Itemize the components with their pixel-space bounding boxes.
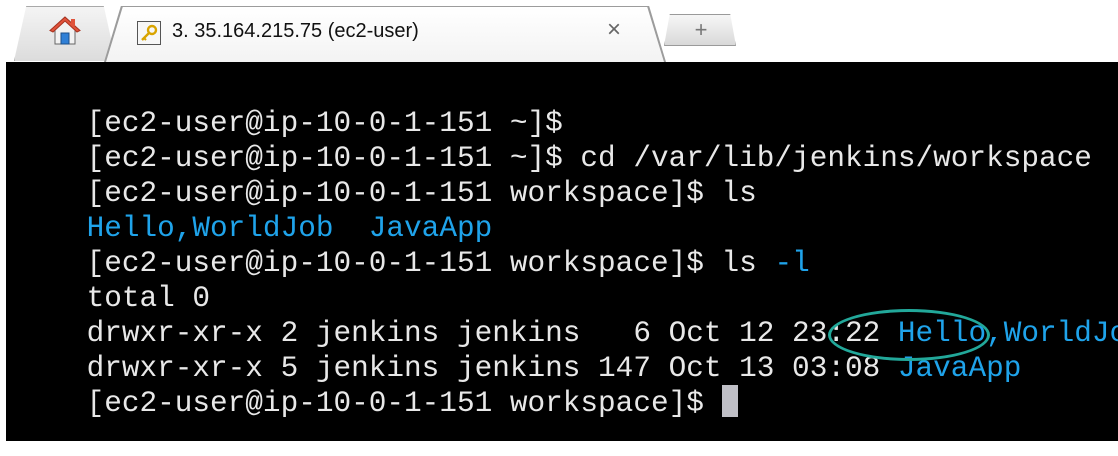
command-text: ls [721,247,775,280]
session-tab-title: 3. 35.164.215.75 (ec2-user) [172,20,419,42]
terminal-line: drwxr-xr-x 2 jenkins jenkins 6 Oct 12 23… [16,281,1118,350]
tab-bar: 3. 35.164.215.75 (ec2-user) × + [0,0,1118,62]
text-cursor [721,385,738,418]
shell-prompt: [ec2-user@ip-10-0-1-151 workspace]$ [86,387,722,420]
close-icon[interactable]: × [603,18,625,42]
plus-icon[interactable]: + [690,16,712,44]
key-icon [137,21,161,45]
terminal-line: [ec2-user@ip-10-0-1-151 ~]$ cd /var/lib/… [16,106,1092,175]
terminal-line: [ec2-user@ip-10-0-1-151 workspace]$ ls [16,141,757,210]
terminal-line: [ec2-user@ip-10-0-1-151 workspace]$ [16,351,738,420]
home-icon[interactable] [48,14,82,48]
terminal-line: [ec2-user@ip-10-0-1-151 workspace]$ ls -… [16,211,810,280]
command-text: ls [721,177,757,210]
terminal-line: [ec2-user@ip-10-0-1-151 ~]$ [16,71,563,140]
command-flag: -l [774,247,810,280]
terminal-line: total 0 [16,246,210,315]
highlight-ellipse [828,309,990,361]
terminal-window[interactable]: [ec2-user@ip-10-0-1-151 ~]$ [ec2-user@ip… [6,62,1118,441]
terminal-line: Hello,WorldJob JavaApp [16,176,493,245]
